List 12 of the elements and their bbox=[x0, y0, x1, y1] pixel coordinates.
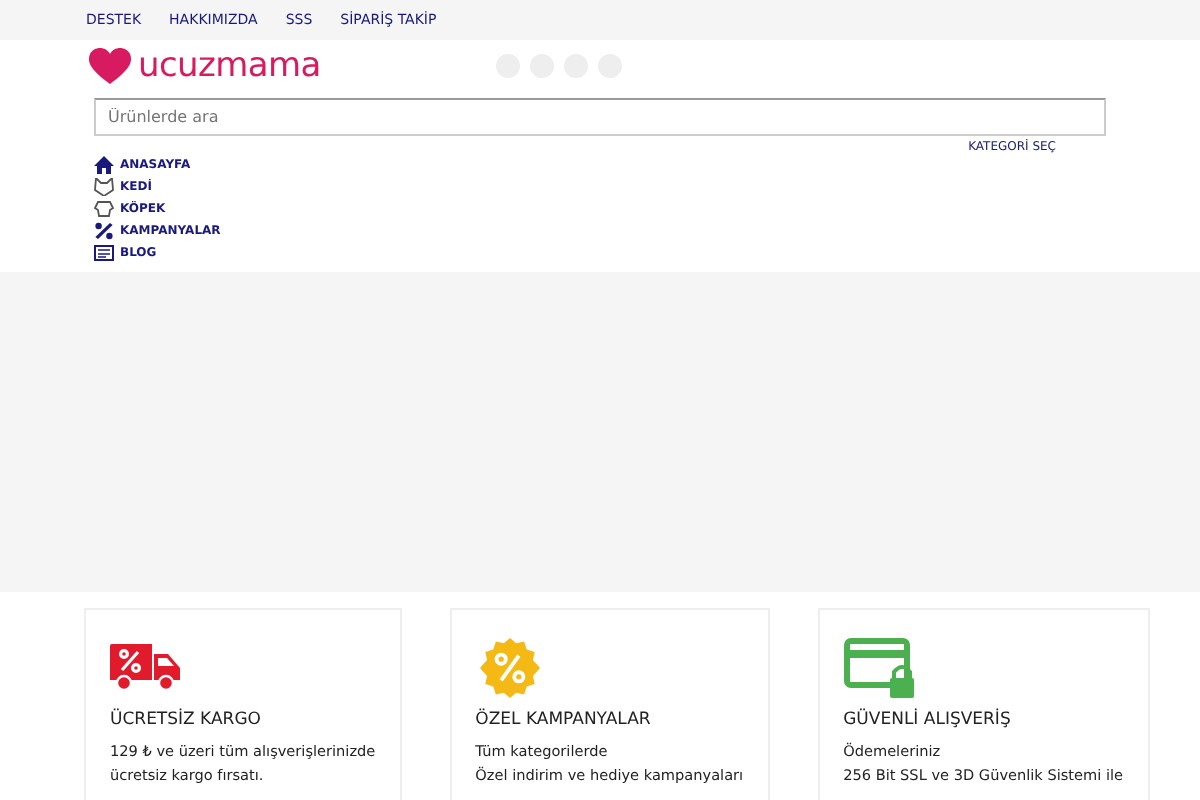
feature-title: GÜVENLİ ALIŞVERİŞ bbox=[843, 710, 1011, 730]
discount-badge-icon bbox=[475, 638, 544, 698]
percent-icon bbox=[94, 222, 114, 240]
heart-icon bbox=[86, 46, 134, 86]
search-field[interactable]: Ürünlerde ara bbox=[94, 98, 1106, 136]
feature-title: ÖZEL KAMPANYALAR bbox=[475, 710, 651, 730]
credit-card-lock-icon bbox=[843, 638, 916, 698]
home-icon bbox=[94, 156, 114, 174]
newspaper-icon bbox=[94, 244, 114, 262]
cat-face-icon bbox=[94, 178, 114, 196]
site-logo[interactable]: ucuzmama bbox=[86, 46, 321, 86]
feature-title: ÜCRETSİZ KARGO bbox=[110, 710, 261, 730]
